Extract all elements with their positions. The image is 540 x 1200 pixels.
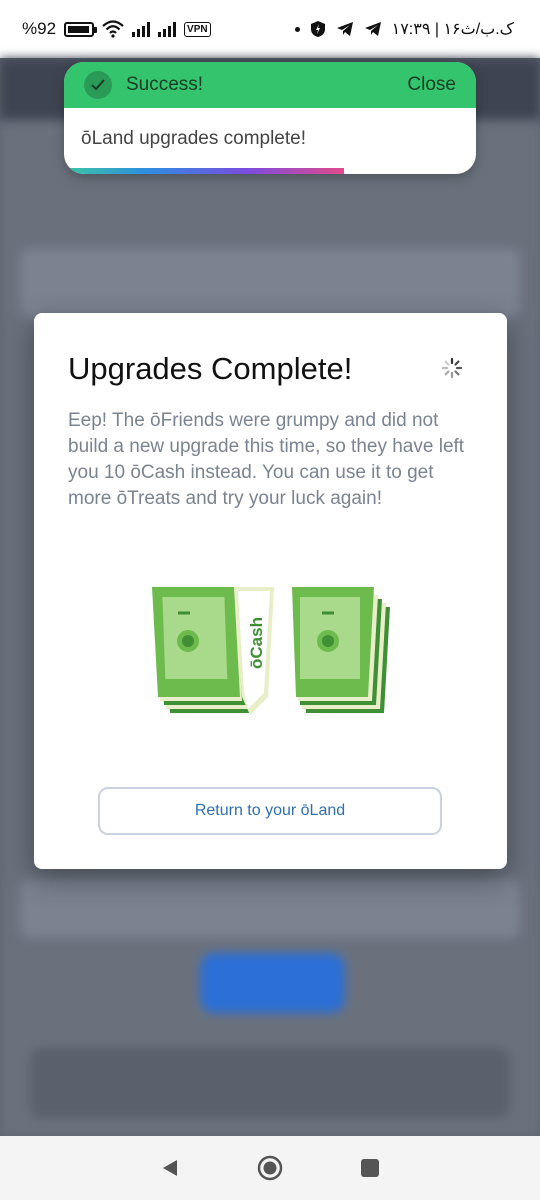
clock: ۱۷:۳۹ | ۱۶ک.ب/ث [391, 21, 514, 38]
toast-message: ōLand upgrades complete! [81, 128, 306, 149]
status-right: ۱۷:۳۹ | ۱۶ک.ب/ث [294, 19, 514, 39]
signal-2-icon [158, 21, 177, 37]
cash-stack-right [292, 587, 390, 713]
return-to-oland-button[interactable]: Return to your ōLand [98, 787, 442, 835]
toast-title: Success! [126, 74, 204, 95]
shield-icon [310, 21, 325, 37]
telegram-icon [364, 22, 381, 36]
modal-title: Upgrades Complete! [68, 351, 353, 386]
toast-progress [64, 168, 476, 174]
system-nav-bar [0, 1136, 540, 1200]
toast-progress-fill [64, 168, 345, 174]
modal-body-text: Eep! The ōFriends were grumpy and did no… [68, 410, 465, 509]
upgrades-modal: Upgrades Complete! Eep! The ōFriends wer… [34, 313, 507, 869]
home-icon[interactable] [255, 1153, 285, 1183]
vpn-badge: VPN [184, 21, 211, 37]
telegram-icon [336, 22, 353, 36]
bg-card [20, 878, 520, 938]
ocash-illustration: ōCash [152, 587, 390, 715]
recents-icon[interactable] [355, 1153, 385, 1183]
status-left: %92 VPN [22, 19, 211, 39]
bg-card [20, 248, 520, 318]
status-bar: %92 VPN ۱۷:۳۹ | ۱۶ک.ب/ث [0, 0, 540, 58]
toast-header-left: Success! [84, 71, 203, 99]
bg-button [200, 953, 345, 1013]
back-icon[interactable] [155, 1153, 185, 1183]
toast-header: Success! Close [64, 62, 476, 108]
battery-percent: %92 [22, 19, 57, 38]
success-toast: Success! Close ōLand upgrades complete! [64, 62, 476, 174]
signal-1-icon [132, 21, 151, 37]
check-icon [84, 71, 112, 99]
ocash-label: ōCash [247, 617, 266, 669]
toast-close-button[interactable]: Close [407, 74, 456, 96]
bg-card [30, 1048, 510, 1118]
wifi-icon [102, 20, 124, 38]
battery-icon [64, 21, 98, 37]
notification-dot [294, 26, 300, 32]
spinner-icon [441, 357, 463, 379]
